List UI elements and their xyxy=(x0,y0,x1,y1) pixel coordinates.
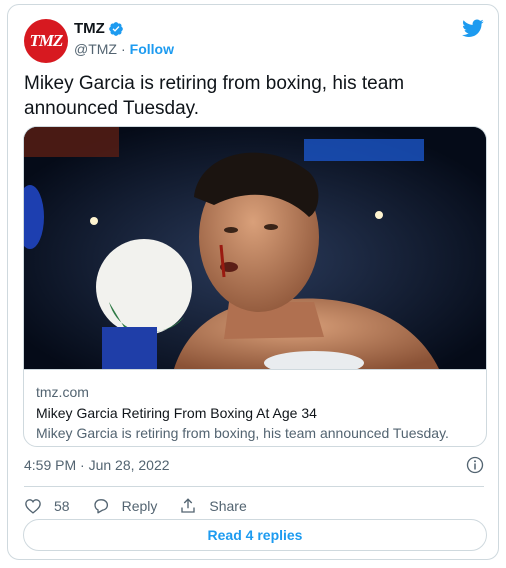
reply-label: Reply xyxy=(121,498,158,514)
author-handle[interactable]: @TMZ xyxy=(74,41,117,57)
tweet-text: Mikey Garcia is retiring from boxing, hi… xyxy=(24,73,405,119)
reply-icon xyxy=(93,499,108,514)
link-description: Mikey Garcia is retiring from boxing, hi… xyxy=(36,425,449,441)
link-domain: tmz.com xyxy=(36,384,89,400)
tweet-timestamp[interactable]: 4:59 PM · Jun 28, 2022 xyxy=(24,457,170,473)
like-count: 58 xyxy=(54,498,70,514)
link-preview-meta: tmz.com Mikey Garcia Retiring From Boxin… xyxy=(24,369,486,446)
twitter-bird-icon[interactable] xyxy=(462,17,484,39)
article-photo xyxy=(24,127,486,369)
separator-dot: · xyxy=(120,41,126,57)
share-icon xyxy=(181,498,196,513)
author-name-row: TMZ xyxy=(74,20,124,37)
follow-link[interactable]: Follow xyxy=(130,41,174,57)
reply-button[interactable]: Reply xyxy=(92,497,158,515)
link-title[interactable]: Mikey Garcia Retiring From Boxing At Age… xyxy=(36,403,474,423)
link-preview-card[interactable]: tmz.com Mikey Garcia Retiring From Boxin… xyxy=(23,126,487,447)
avatar-logo-text: TMZ xyxy=(29,31,64,50)
heart-icon xyxy=(25,499,41,514)
tweet-actions: 58 Reply Share xyxy=(24,494,269,518)
avatar[interactable]: TMZ xyxy=(24,19,68,63)
read-replies-button[interactable]: Read 4 replies xyxy=(23,519,487,551)
verified-badge-icon xyxy=(108,21,123,36)
embedded-tweet-card: TMZ TMZ @TMZ · Follow Mikey Garcia is re… xyxy=(7,4,499,560)
author-handle-row: @TMZ · Follow xyxy=(74,41,174,57)
author-display-name[interactable]: TMZ xyxy=(74,20,105,37)
share-button[interactable]: Share xyxy=(179,497,247,515)
share-label: Share xyxy=(209,498,247,514)
info-icon[interactable] xyxy=(466,456,484,474)
like-button[interactable]: 58 xyxy=(24,497,70,515)
divider xyxy=(24,486,484,487)
